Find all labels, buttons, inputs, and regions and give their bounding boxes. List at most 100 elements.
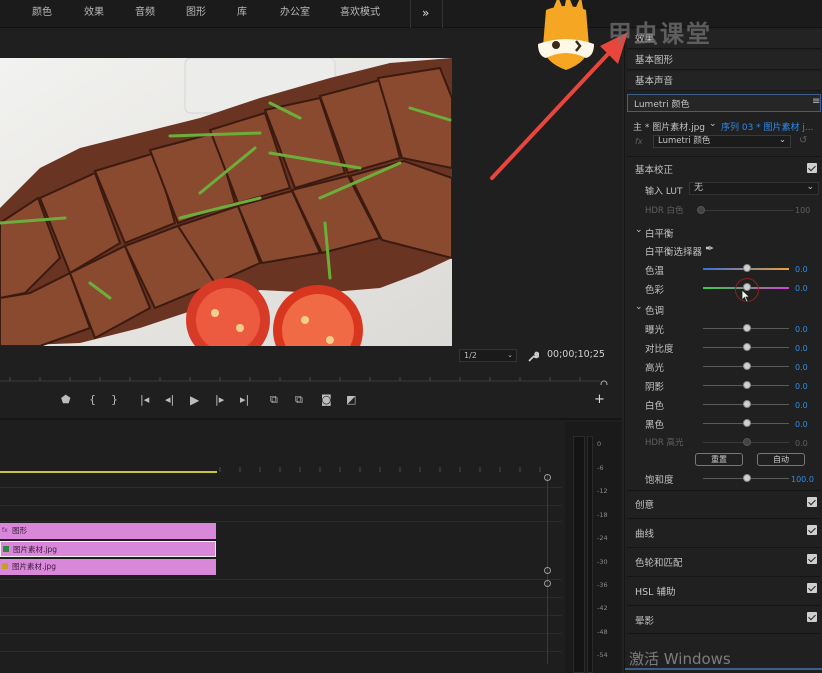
exposure-slider-handle[interactable] (743, 324, 751, 332)
tint-value[interactable]: 0.0 (795, 284, 808, 293)
exposure-value[interactable]: 0.0 (795, 325, 808, 334)
windows-activation-watermark: 激活 Windows (629, 650, 731, 668)
timecode-display[interactable]: 00;00;10;25 (547, 349, 605, 360)
hdr-white-slider-handle[interactable] (697, 206, 705, 214)
temperature-slider-handle[interactable] (743, 264, 751, 272)
timeline-clip[interactable]: fx 图形 (0, 523, 216, 539)
timeline-clip[interactable]: 图片素材.jpg (0, 559, 216, 575)
export-frame-icon[interactable]: ◙ (321, 393, 332, 407)
section-essential-graphics[interactable]: 基本图形 (627, 51, 821, 70)
temperature-label: 色温 (645, 266, 665, 277)
white-balance-header[interactable]: 白平衡 (645, 226, 674, 240)
more-workspaces-icon[interactable]: » (422, 0, 429, 28)
blacks-value[interactable]: 0.0 (795, 420, 808, 429)
collapse-arrow-icon[interactable]: ⌄ (635, 302, 643, 312)
curves-checkbox[interactable] (807, 525, 817, 535)
monitor-time-ruler[interactable] (0, 370, 610, 388)
contrast-value[interactable]: 0.0 (795, 344, 808, 353)
play-icon[interactable]: ▶ (190, 393, 199, 407)
color-wheels-header[interactable]: 色轮和匹配 (635, 555, 683, 569)
input-lut-select[interactable]: 无 ⌄ (689, 182, 819, 195)
go-to-out-icon[interactable]: ▸| (240, 393, 249, 407)
saturation-label: 饱和度 (645, 475, 674, 486)
shadows-value[interactable]: 0.0 (795, 382, 808, 391)
basic-correction-checkbox[interactable] (807, 163, 817, 173)
saturation-value[interactable]: 100.0 (791, 475, 814, 484)
overwrite-icon[interactable]: ⧉ (295, 393, 303, 407)
creative-checkbox[interactable] (807, 497, 817, 507)
meter-label: -30 (597, 558, 608, 566)
meter-label: 0 (597, 440, 602, 448)
timeline-clip-selected[interactable]: 图片素材.jpg (0, 541, 216, 557)
section-essential-sound[interactable]: 基本声音 (627, 72, 821, 91)
reset-effect-icon[interactable]: ↺ (799, 135, 807, 146)
scroll-handle[interactable] (544, 580, 551, 587)
wb-selector-label: 白平衡选择器 (645, 247, 703, 258)
basic-correction-header[interactable]: 基本校正 (635, 162, 673, 176)
eyedropper-icon[interactable]: ✒ (705, 242, 714, 255)
wrench-icon[interactable] (527, 348, 540, 362)
effect-select[interactable]: Lumetri 颜色 ⌄ (653, 135, 791, 148)
contrast-slider-handle[interactable] (743, 343, 751, 351)
scroll-handle[interactable] (544, 567, 551, 574)
curves-header[interactable]: 曲线 (635, 526, 654, 540)
hdr-white-slider-track[interactable] (701, 210, 793, 211)
exposure-label: 曝光 (645, 325, 665, 336)
color-wheels-checkbox[interactable] (807, 554, 817, 564)
input-lut-value: 无 (694, 183, 704, 193)
blacks-slider-handle[interactable] (743, 419, 751, 427)
vignette-checkbox[interactable] (807, 612, 817, 622)
zoom-select[interactable]: 1/2 ⌄ (459, 349, 517, 362)
hdr-highlights-slider-handle[interactable] (743, 438, 751, 446)
track-divider (0, 651, 562, 652)
meter-bar-right (587, 436, 593, 673)
hsl-secondary-checkbox[interactable] (807, 583, 817, 593)
effects-panel: 效果 基本图形 基本声音 Lumetri 颜色 ≡ 主 * 图片素材.jpg ⌄… (624, 28, 822, 673)
temperature-value[interactable]: 0.0 (795, 265, 808, 274)
saturation-slider-handle[interactable] (743, 474, 751, 482)
divider (627, 156, 821, 157)
master-clip-tab[interactable]: 主 * 图片素材.jpg (633, 120, 705, 133)
divider (627, 605, 821, 606)
insert-icon[interactable]: ⧉ (270, 393, 278, 407)
collapse-arrow-icon[interactable]: ⌄ (635, 225, 643, 235)
workspace-tab-effects[interactable]: 效果 (84, 0, 104, 28)
scroll-handle[interactable] (544, 474, 551, 481)
workspace-tab-color[interactable]: 颜色 (32, 0, 52, 28)
workspace-tab-favorite[interactable]: 喜欢模式 (340, 0, 380, 28)
workspace-tab-office[interactable]: 办公室 (280, 0, 310, 28)
shadows-slider-handle[interactable] (743, 381, 751, 389)
highlights-value[interactable]: 0.0 (795, 363, 808, 372)
meter-label: -36 (597, 581, 608, 589)
hsl-secondary-header[interactable]: HSL 辅助 (635, 584, 676, 598)
chevron-down-icon[interactable]: ⌄ (709, 119, 717, 129)
timeline-ruler[interactable] (0, 458, 560, 473)
highlights-slider-handle[interactable] (743, 362, 751, 370)
workspace-tab-audio[interactable]: 音频 (135, 0, 155, 28)
compare-view-icon[interactable]: ◩ (346, 393, 356, 407)
go-to-in-icon[interactable]: |◂ (140, 393, 149, 407)
workspace-tab-graphics[interactable]: 图形 (186, 0, 206, 28)
reset-button[interactable]: 重置 (695, 453, 743, 466)
add-marker-icon[interactable]: ⬟ (61, 393, 71, 407)
whites-slider-handle[interactable] (743, 400, 751, 408)
mark-in-icon[interactable]: { (89, 393, 96, 407)
divider (410, 0, 411, 28)
auto-button[interactable]: 自动 (757, 453, 805, 466)
workspace-tab-library[interactable]: 库 (237, 0, 247, 28)
creative-header[interactable]: 创意 (635, 497, 654, 511)
step-back-icon[interactable]: ◂| (165, 393, 174, 407)
lumetri-panel-header[interactable]: Lumetri 颜色 ≡ (627, 94, 821, 112)
whites-value[interactable]: 0.0 (795, 401, 808, 410)
divider (627, 633, 821, 634)
sequence-clip-tab[interactable]: 序列 03 * 图片素材 j... (721, 120, 813, 133)
highlights-label: 高光 (645, 363, 665, 374)
shadows-label: 阴影 (645, 382, 665, 393)
vignette-header[interactable]: 晕影 (635, 613, 654, 627)
add-button[interactable]: + (594, 393, 605, 407)
tone-header[interactable]: 色调 (645, 303, 664, 317)
clip-label: 图形 (12, 526, 27, 535)
mark-out-icon[interactable]: } (111, 393, 118, 407)
step-forward-icon[interactable]: |▸ (215, 393, 224, 407)
panel-menu-icon[interactable]: ≡ (812, 96, 820, 107)
